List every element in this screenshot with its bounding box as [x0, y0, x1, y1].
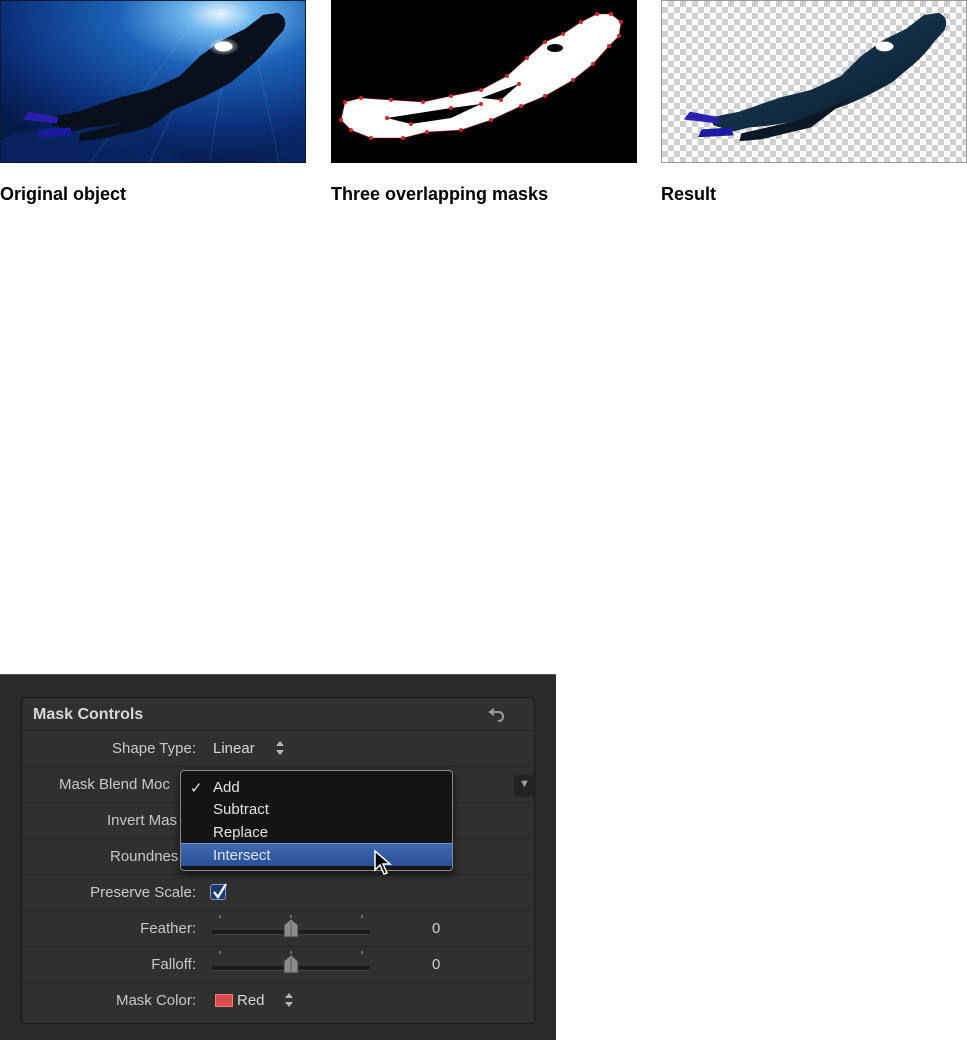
- three-overlapping-masks-image: [331, 0, 637, 163]
- caption-three-overlapping-masks: Three overlapping masks: [331, 184, 549, 204]
- falloff-row: Falloff: 0: [22, 947, 534, 983]
- panel-title: Mask Controls: [33, 706, 144, 723]
- mask-color-row: Mask Color: Red: [22, 983, 534, 1019]
- slider-knob-icon[interactable]: [282, 954, 300, 974]
- preserve-scale-label: Preserve Scale:: [90, 884, 196, 901]
- caption-original-object: Original object: [0, 184, 127, 204]
- mouse-cursor-icon: [374, 850, 393, 875]
- menu-item-subtract[interactable]: Subtract: [181, 798, 452, 821]
- preserve-scale-row: Preserve Scale:: [22, 875, 534, 911]
- mask-color-popup[interactable]: Red: [237, 992, 265, 1009]
- preserve-scale-checkbox[interactable]: [210, 883, 228, 900]
- menu-item-intersect[interactable]: Intersect: [181, 843, 452, 866]
- popup-arrow-icon: ▼: [519, 778, 530, 790]
- checkmark-icon: ✓: [190, 780, 203, 797]
- menu-item-replace[interactable]: Replace: [181, 821, 452, 844]
- checkmark-icon: [213, 883, 228, 900]
- slider-tick: [361, 915, 363, 918]
- falloff-label: Falloff:: [151, 956, 196, 973]
- menu-item-label: Subtract: [213, 801, 269, 818]
- mask-blend-mode-menu: ✓ Add Subtract Replace Intersect: [180, 770, 453, 871]
- feather-row: Feather: 0: [22, 911, 534, 947]
- menu-item-label: Intersect: [213, 847, 271, 864]
- updown-arrows-icon[interactable]: [284, 991, 294, 1009]
- mask-color-label: Mask Color:: [115, 992, 196, 1009]
- menu-item-add[interactable]: ✓ Add: [181, 776, 452, 799]
- shape-type-popup[interactable]: Linear: [213, 740, 255, 757]
- invert-mask-label: Invert Mas: [107, 812, 178, 829]
- mask-blend-mode-label: Mask Blend Moc: [59, 776, 170, 793]
- caption-result: Result: [661, 184, 717, 204]
- falloff-value[interactable]: 0: [432, 956, 440, 973]
- shape-type-row: Shape Type: Linear: [22, 731, 534, 767]
- slider-tick: [219, 951, 221, 954]
- menu-item-label: Add: [213, 779, 240, 796]
- roundness-label: Roundnes: [110, 848, 179, 865]
- result-image: [661, 0, 967, 163]
- mask-controls-header[interactable]: Mask Controls: [22, 698, 534, 731]
- slider-knob-icon[interactable]: [282, 918, 300, 938]
- feather-value[interactable]: 0: [432, 920, 440, 937]
- popup-arrow-button[interactable]: ▼: [514, 775, 534, 797]
- mask-color-swatch: [215, 994, 233, 1007]
- menu-item-label: Replace: [213, 824, 269, 841]
- slider-tick: [361, 951, 363, 954]
- updown-arrows-icon[interactable]: [275, 739, 285, 757]
- shape-type-label: Shape Type:: [112, 740, 196, 757]
- original-object-image: [0, 0, 306, 163]
- reset-icon[interactable]: [488, 705, 506, 723]
- slider-tick: [219, 915, 221, 918]
- feather-label: Feather:: [140, 920, 196, 937]
